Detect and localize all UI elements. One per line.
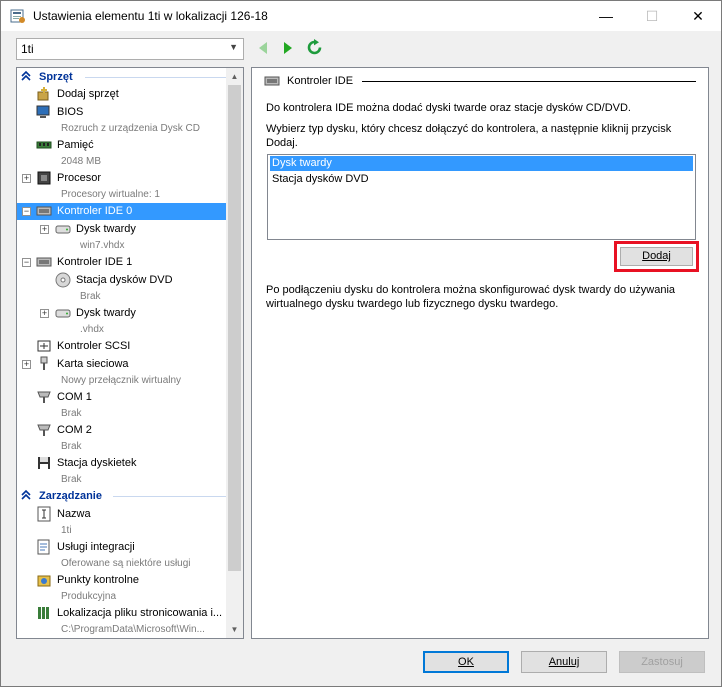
expand-icon[interactable]: + [40,309,49,318]
network-adapter-detail: Nowy przełącznik wirtualny [61,375,182,386]
ide-controller-icon [36,257,52,267]
list-item-hard-disk[interactable]: Dysk twardy [270,156,693,171]
forward-arrow-icon[interactable] [281,40,295,56]
dvd-icon [55,272,71,288]
network-icon [40,356,48,370]
name-detail: 1ti [61,525,72,536]
scroll-up-arrow-icon[interactable]: ▲ [226,68,243,85]
sidebar-item-name[interactable]: Nazwa [17,506,227,523]
integration-icon [37,539,50,555]
integration-services-detail: Oferowane są niektóre usługi [61,558,191,569]
sidebar-item-hard-disk-2[interactable]: + Dysk twardy [17,305,227,322]
intro-text: Do kontrolera IDE można dodać dyski twar… [266,102,631,114]
section-title: Kontroler IDE [287,75,354,87]
sidebar-item-paging-file[interactable]: Lokalizacja pliku stronicowania i... [17,605,227,622]
sidebar-item-floppy[interactable]: Stacja dyskietek [17,455,227,472]
back-arrow-icon[interactable] [256,40,270,56]
window-title: Ustawienia elementu 1ti w lokalizacji 12… [33,9,268,23]
sidebar-item-com1[interactable]: COM 1 [17,389,227,406]
collapse-icon[interactable]: − [22,207,31,216]
ide-controller-icon [264,76,280,86]
chevron-down-icon: ▼ [229,42,238,52]
bios-detail: Rozruch z urządzenia Dysk CD [61,123,200,134]
section-title-divider [362,81,696,82]
ok-button[interactable]: OK [423,651,509,673]
hard-disk-2-detail: .vhdx [80,324,104,335]
expand-icon[interactable]: + [22,174,31,183]
title-bar[interactable]: Ustawienia elementu 1ti w lokalizacji 12… [1,1,721,31]
processor-detail: Procesory wirtualne: 1 [61,189,160,200]
com-port-icon [37,424,51,436]
sidebar-item-bios[interactable]: BIOS [17,104,227,121]
sidebar-item-dvd-drive[interactable]: Stacja dysków DVD [17,272,227,289]
scroll-thumb[interactable] [228,85,241,571]
scsi-icon [37,340,51,352]
settings-app-icon [10,9,25,23]
hard-disk-1-detail: win7.vhdx [80,240,125,251]
memory-detail: 2048 MB [61,156,102,167]
dvd-drive-detail: Brak [80,291,101,302]
sidebar-item-ide-controller-1[interactable]: − Kontroler IDE 1 [17,254,227,271]
sidebar-item-integration-services[interactable]: Usługi integracji [17,539,227,556]
management-section-header[interactable]: Zarządzanie [17,488,227,504]
scroll-down-arrow-icon[interactable]: ▼ [226,621,243,638]
after-note-text: Po podłączeniu dysku do kontrolera można… [266,284,676,310]
sidebar-item-scsi-controller[interactable]: Kontroler SCSI [17,338,227,355]
hardware-section-header[interactable]: Sprzęt [17,69,227,85]
tree-scrollbar[interactable]: ▲ ▼ [226,68,243,638]
vm-selector-value: 1ti [21,42,34,56]
sidebar-item-processor[interactable]: + Procesor [17,170,227,187]
instruction-text: Wybierz typ dysku, który chcesz dołączyć… [266,123,672,149]
add-button-highlight: Dodaj [614,241,699,272]
com-port-icon [37,391,51,403]
name-icon [37,506,51,522]
settings-window: Ustawienia elementu 1ti w lokalizacji 12… [0,0,722,687]
bios-icon [36,105,50,118]
section-divider [113,496,227,497]
sidebar-item-network-adapter[interactable]: + Karta sieciowa [17,356,227,373]
paging-file-detail: C:\ProgramData\Microsoft\Win... [61,624,205,635]
apply-button[interactable]: Zastosuj [619,651,705,673]
sidebar-item-add-hardware[interactable]: Dodaj sprzęt [17,86,227,103]
floppy-detail: Brak [61,474,82,485]
sidebar-item-hard-disk-1[interactable]: + Dysk twardy [17,221,227,238]
minimize-button[interactable]: — [583,1,629,31]
checkpoints-detail: Produkcyjna [61,591,117,602]
com1-detail: Brak [61,408,82,419]
collapse-chevron-icon [21,489,31,500]
hard-disk-icon [55,309,71,318]
refresh-icon[interactable] [306,39,323,56]
vm-selector[interactable]: 1ti ▼ [16,38,244,60]
collapse-icon[interactable]: − [22,258,31,267]
cancel-button[interactable]: Anuluj [521,651,607,673]
collapse-chevron-icon [21,70,31,81]
section-divider [85,77,227,78]
checkpoint-icon [37,575,51,587]
sidebar-item-com2[interactable]: COM 2 [17,422,227,439]
sidebar-item-ide-controller-0[interactable]: − Kontroler IDE 0 [17,203,227,220]
add-button[interactable]: Dodaj [620,247,693,266]
settings-tree[interactable]: Sprzęt Dodaj sprzęt BIOS Rozruch z urząd… [16,67,244,639]
details-panel: Kontroler IDE Do kontrolera IDE można do… [251,67,709,639]
ide-controller-icon [36,206,52,216]
floppy-icon [38,457,50,469]
memory-icon [36,141,52,149]
close-button[interactable]: ✕ [675,1,721,31]
maximize-button[interactable]: ☐ [629,1,675,31]
hard-disk-icon [55,225,71,234]
sidebar-item-checkpoints[interactable]: Punkty kontrolne [17,572,227,589]
list-item-dvd-drive[interactable]: Stacja dysków DVD [270,172,693,187]
processor-icon [37,171,51,185]
expand-icon[interactable]: + [40,225,49,234]
paging-file-icon [38,607,49,619]
add-hardware-icon [37,87,49,101]
disk-type-list[interactable]: Dysk twardy Stacja dysków DVD [267,154,696,240]
sidebar-item-memory[interactable]: Pamięć [17,137,227,154]
com2-detail: Brak [61,441,82,452]
expand-icon[interactable]: + [22,360,31,369]
